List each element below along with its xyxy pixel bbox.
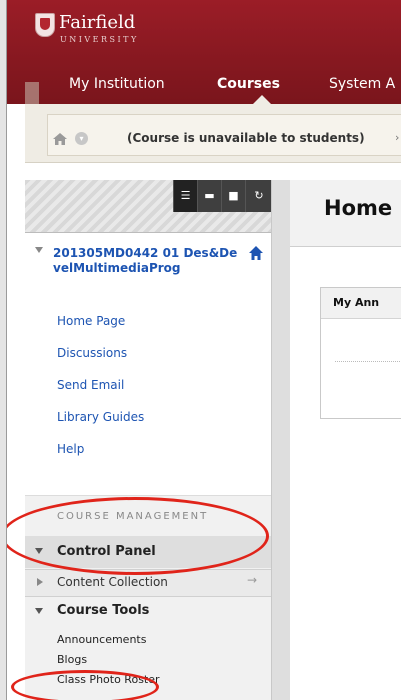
- menu-item-home-page[interactable]: Home Page: [57, 314, 125, 328]
- breadcrumb-separator: ›: [395, 131, 400, 144]
- collapsed-arrow-icon: [37, 578, 43, 586]
- content-collection-label: Content Collection: [57, 575, 168, 589]
- chevron-down-icon[interactable]: ▾: [75, 132, 88, 145]
- module-divider: [335, 361, 401, 362]
- menu-toolbar: ☰ ▬ ■ ↻: [25, 180, 272, 233]
- menu-item-help[interactable]: Help: [57, 442, 84, 456]
- refresh-icon[interactable]: ↻: [245, 180, 272, 212]
- menu-item-send-email[interactable]: Send Email: [57, 378, 124, 392]
- arrow-right-icon: →: [247, 573, 258, 587]
- course-menu: ☰ ▬ ■ ↻ 201305MD0442 01 Des&DevelMultime…: [25, 180, 272, 700]
- site-header: Fairfield UNIVERSITY My Institution Cour…: [7, 0, 401, 104]
- collapse-arrow-icon[interactable]: [35, 247, 43, 253]
- course-tools-label[interactable]: Course Tools: [57, 603, 149, 618]
- content-area: Home My Ann: [271, 180, 401, 700]
- tab-system-admin[interactable]: System A: [329, 76, 395, 92]
- tab-courses[interactable]: Courses: [217, 76, 280, 92]
- home-icon[interactable]: [53, 133, 67, 145]
- tab-my-institution[interactable]: My Institution: [69, 76, 165, 92]
- university-crest-icon: [35, 13, 55, 37]
- page-title: Home: [324, 196, 393, 220]
- main-nav: My Institution Courses System A: [7, 70, 401, 100]
- breadcrumb-course[interactable]: (Course is unavailable to students): [127, 131, 365, 145]
- folder-view-icon[interactable]: ▬: [197, 180, 221, 212]
- menu-item-discussions[interactable]: Discussions: [57, 346, 127, 360]
- logo-name[interactable]: Fairfield: [59, 12, 135, 33]
- tool-announcements[interactable]: Announcements: [57, 633, 146, 646]
- page-header: Home: [290, 180, 401, 247]
- breadcrumb-bar: ▾ (Course is unavailable to students) ›: [25, 104, 401, 163]
- logo-subtitle: UNIVERSITY: [60, 35, 139, 44]
- new-window-icon[interactable]: ■: [221, 180, 245, 212]
- browser-frame: Fairfield UNIVERSITY My Institution Cour…: [6, 0, 401, 700]
- course-title[interactable]: 201305MD0442 01 Des&DevelMultimediaProg: [53, 246, 243, 276]
- tool-blogs[interactable]: Blogs: [57, 653, 87, 666]
- menu-item-library-guides[interactable]: Library Guides: [57, 410, 144, 424]
- course-home-icon[interactable]: [249, 246, 263, 260]
- expand-arrow-icon[interactable]: [35, 608, 43, 614]
- active-tab-pointer: [253, 95, 271, 104]
- annotation-oval-photo-roster: [11, 670, 159, 700]
- module-title: My Ann: [333, 296, 380, 309]
- list-view-icon[interactable]: ☰: [173, 180, 197, 212]
- annotation-oval-control-panel: [7, 497, 269, 575]
- announcements-module: My Ann: [320, 287, 401, 419]
- module-header[interactable]: My Ann: [321, 288, 401, 319]
